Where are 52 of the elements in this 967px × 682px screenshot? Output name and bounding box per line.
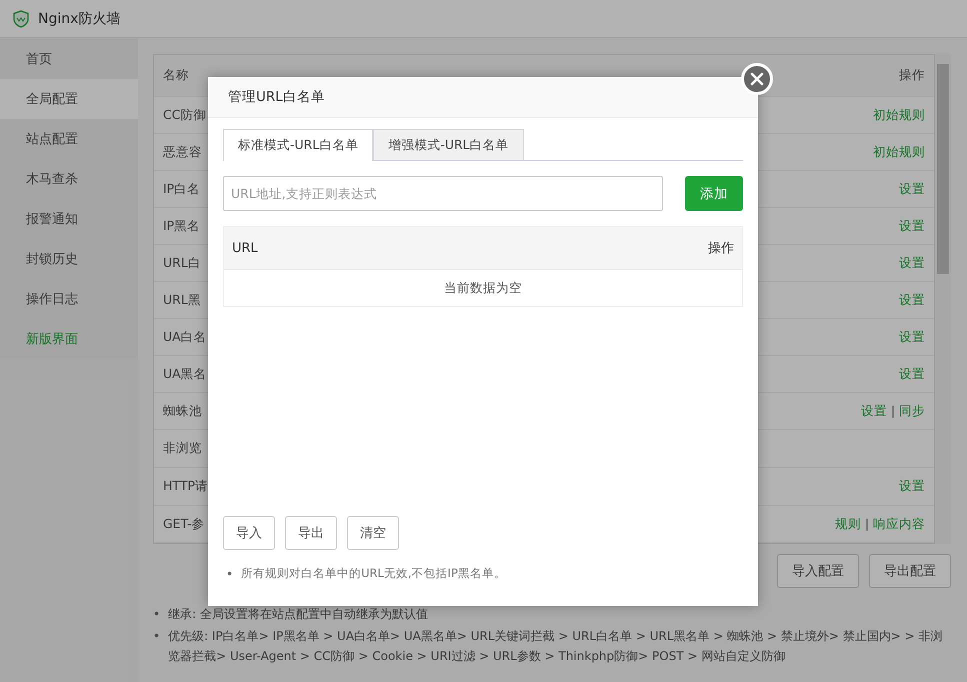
- table-cell: IP黑名: [163, 218, 200, 234]
- action-link[interactable]: 设置: [899, 366, 925, 382]
- sidebar-item[interactable]: 全局配置: [0, 79, 138, 119]
- action-link[interactable]: 同步: [899, 402, 925, 420]
- note-text: 继承: 全局设置将在站点配置中自动继承为默认值: [168, 606, 428, 623]
- column-header: 名称: [163, 67, 189, 84]
- action-link[interactable]: 设置: [899, 292, 925, 308]
- table-cell: GET-参: [163, 516, 205, 532]
- action-link[interactable]: 响应内容: [873, 516, 925, 532]
- column-header: 操作: [899, 67, 925, 84]
- shield-logo-icon: [12, 10, 30, 28]
- action-link[interactable]: 设置: [899, 218, 925, 234]
- bullet: •: [153, 628, 160, 645]
- config-button[interactable]: 导出配置: [869, 554, 951, 588]
- tab[interactable]: 标准模式-URL白名单: [223, 129, 374, 161]
- note-text: 优先级: IP白名单> IP黑名单 > UA白名单> UA黑名单> URL关键词拦截 > URL白名单 > URL黑名单 > 蜘蛛池 > 禁止境外> 禁止国内> > 非浏览器拦截> User-Agent > CC防御 > Cookie > URI过滤 > URL参数 > Thinkphp防御> POST > 网站自定义防御: [168, 628, 944, 665]
- action-link[interactable]: 初始规则: [873, 144, 925, 160]
- column-header: URL: [232, 240, 258, 256]
- action-link[interactable]: 规则: [834, 516, 861, 532]
- url-input-field[interactable]: URL地址,支持正则表达式: [223, 176, 663, 211]
- table-cell: URL黑: [163, 292, 201, 308]
- table-cell: IP白名: [163, 180, 200, 198]
- empty-text: 当前数据为空: [444, 280, 522, 296]
- config-button[interactable]: 导入配置: [777, 554, 859, 588]
- bullet: •: [226, 566, 234, 583]
- list-button[interactable]: 清空: [347, 516, 399, 550]
- scrollbar[interactable]: [935, 54, 951, 544]
- app-title: Nginx防火墙: [38, 10, 120, 28]
- table-cell: 恶意容: [163, 144, 202, 160]
- action-link[interactable]: 设置: [899, 478, 925, 495]
- column-header: 操作: [708, 240, 734, 257]
- table-cell: HTTP请: [163, 478, 208, 495]
- action-link[interactable]: 设置: [899, 180, 925, 198]
- note-text: 所有规则对白名单中的URL无效,不包括IP黑名单。: [241, 565, 506, 582]
- table-cell: UA白名: [163, 328, 207, 346]
- separator: |: [890, 404, 895, 418]
- action-link[interactable]: 设置: [899, 328, 925, 346]
- bullet: •: [153, 606, 160, 623]
- action-link[interactable]: 初始规则: [873, 106, 925, 124]
- separator: |: [864, 517, 869, 531]
- table-cell: URL白: [163, 254, 201, 272]
- action-link[interactable]: 设置: [899, 254, 925, 272]
- action-link[interactable]: 设置: [860, 402, 887, 420]
- table-cell: 蜘蛛池: [163, 402, 202, 420]
- dialog-title: 管理URL白名单: [228, 88, 325, 106]
- table-cell: 非浏览: [163, 440, 202, 457]
- tab[interactable]: 增强模式-URL白名单: [373, 129, 524, 160]
- table-cell: UA黑名: [163, 366, 207, 382]
- add-button[interactable]: 添加: [685, 176, 743, 211]
- list-button[interactable]: 导入: [223, 516, 275, 550]
- list-button[interactable]: 导出: [285, 516, 337, 550]
- table-cell: CC防御: [163, 106, 206, 124]
